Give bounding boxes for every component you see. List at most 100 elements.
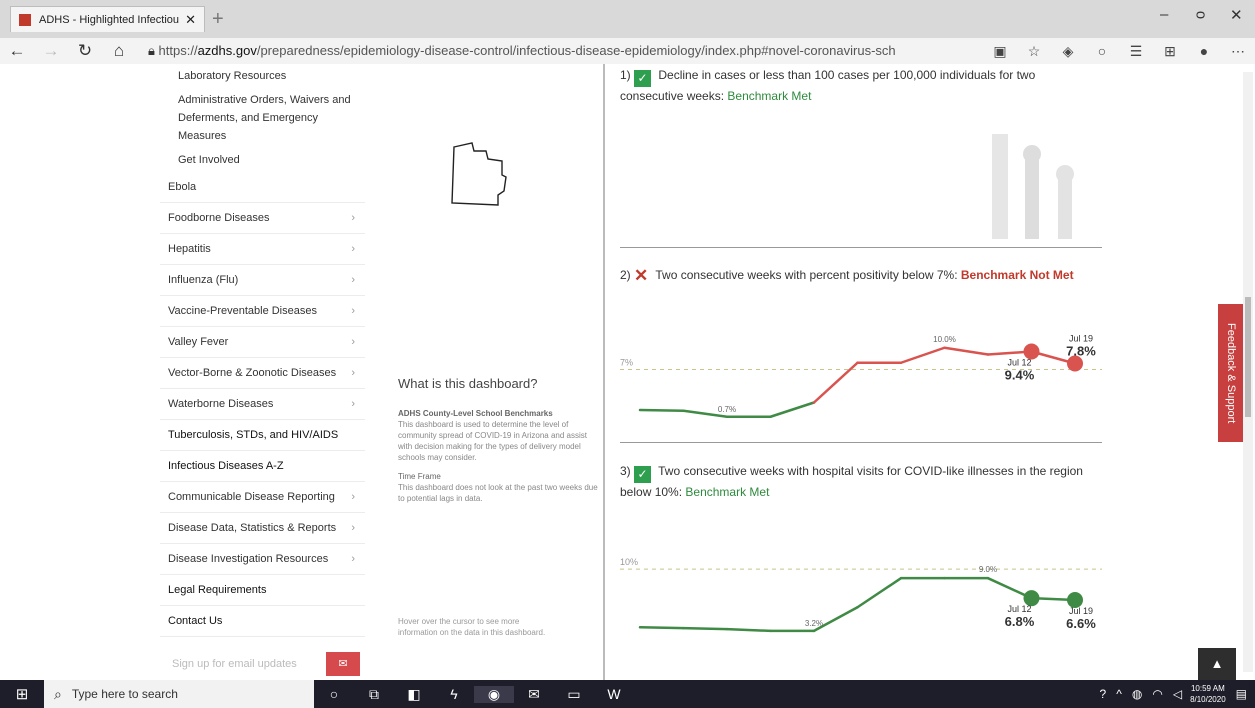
tab-bar: ADHS - Highlighted Infectious D ✕ + – ᴑ …	[0, 0, 1255, 38]
email-submit-button[interactable]: ✉	[326, 652, 360, 676]
reader-icon[interactable]: ▣	[983, 43, 1017, 60]
benchmark-1: 1) ✓ Decline in cases or less than 100 c…	[620, 66, 1080, 105]
circle-icon[interactable]: ○	[1085, 43, 1119, 59]
extension-icon[interactable]: ◈	[1051, 43, 1085, 60]
browser-tab[interactable]: ADHS - Highlighted Infectious D ✕	[10, 6, 205, 32]
sidebar-item-label: Communicable Disease Reporting	[168, 491, 335, 503]
threshold-label: 10%	[620, 557, 638, 567]
sidebar-item-label: Tuberculosis, STDs, and HIV/AIDS	[168, 429, 339, 441]
profile-avatar[interactable]: ●	[1187, 43, 1221, 59]
sidebar-item[interactable]: Foodborne Diseases ›	[160, 203, 365, 234]
feedback-support-tab[interactable]: Feedback & Support	[1218, 304, 1244, 442]
chevron-right-icon: ›	[351, 336, 355, 348]
hospital-visits-chart[interactable]: 10% 3.2% 9.0% Jul 126.8% Jul 196.6%	[620, 530, 1102, 680]
sidebar-item[interactable]: Infectious Diseases A-Z	[160, 451, 365, 482]
sidebar-subitem[interactable]: Administrative Orders, Waivers and Defer…	[160, 88, 365, 148]
taskbar-search[interactable]: ⌕ Type here to search	[44, 680, 314, 708]
store-icon[interactable]: ◧	[394, 686, 434, 703]
more-menu-icon[interactable]: ⋯	[1221, 43, 1255, 60]
sidebar-item[interactable]: Ebola	[160, 172, 365, 203]
percent-positivity-chart[interactable]: 7% 0.7% 10.0% Jul 129.4% Jul 197.8%	[620, 314, 1102, 444]
close-window-button[interactable]: ✕	[1230, 6, 1243, 24]
url-domain: azdhs.gov	[197, 43, 257, 58]
task-view-icon[interactable]: ⧉	[354, 686, 394, 703]
sidebar-item[interactable]: Disease Investigation Resources ›	[160, 544, 365, 575]
help-icon[interactable]: ?	[1100, 687, 1107, 701]
series-line-segment	[769, 401, 816, 418]
word-icon[interactable]: W	[594, 686, 634, 702]
email-signup: Sign up for email updates ✉	[160, 652, 365, 676]
callout-date: Jul 19	[1069, 606, 1093, 616]
sidebar-subitem[interactable]: Laboratory Resources	[160, 64, 365, 88]
sidebar-item[interactable]: Vaccine-Preventable Diseases ›	[160, 296, 365, 327]
dashboard-description: ADHS County-Level School Benchmarks This…	[398, 408, 603, 504]
notifications-icon[interactable]: ▤	[1236, 687, 1247, 701]
sidebar-item[interactable]: Tuberculosis, STDs, and HIV/AIDS	[160, 420, 365, 451]
url-path: /preparedness/epidemiology-disease-contr…	[256, 43, 896, 58]
windows-start-icon[interactable]: ⊞	[0, 685, 44, 703]
network-icon[interactable]: ◍	[1132, 687, 1142, 701]
back-icon[interactable]: ←	[0, 41, 34, 61]
x-icon: ✕	[634, 266, 649, 285]
series-line-segment	[899, 346, 946, 364]
timeframe-text: This dashboard does not look at the past…	[398, 483, 598, 503]
url-field[interactable]: 🔒︎ https://azdhs.gov/preparedness/epidem…	[148, 43, 983, 59]
site-favicon	[19, 13, 31, 26]
sidebar-subitem[interactable]: Get Involved	[160, 148, 365, 172]
system-clock[interactable]: 10:59 AM 8/10/2020	[1190, 683, 1226, 705]
section-divider	[620, 442, 1102, 443]
clock-date: 8/10/2020	[1190, 695, 1226, 704]
callout-date: Jul 19	[1069, 334, 1093, 344]
sidebar-item[interactable]: Vector-Borne & Zoonotic Diseases ›	[160, 358, 365, 389]
cortana-icon[interactable]: ○	[314, 686, 354, 702]
volume-icon[interactable]: ◁	[1173, 687, 1182, 701]
forward-icon[interactable]: →	[34, 41, 68, 61]
data-label: 3.2%	[805, 619, 823, 628]
sidebar-item[interactable]: Hepatitis ›	[160, 234, 365, 265]
chevron-right-icon: ›	[351, 398, 355, 410]
callout-value: 6.6%	[1066, 616, 1096, 631]
benchmark-3: 3) ✓ Two consecutive weeks with hospital…	[620, 462, 1095, 501]
sidebar-item[interactable]: Waterborne Diseases ›	[160, 389, 365, 420]
county-map-icon[interactable]	[450, 139, 510, 209]
restore-button[interactable]: ᴑ	[1196, 6, 1205, 23]
threshold-label: 7%	[620, 358, 633, 368]
close-tab-icon[interactable]: ✕	[185, 12, 196, 28]
hover-hint: Hover over the cursor to see more inform…	[398, 617, 546, 637]
edge-icon[interactable]: ◉	[474, 685, 514, 703]
email-input[interactable]: Sign up for email updates	[160, 652, 325, 676]
collections-icon[interactable]: ⊞	[1153, 43, 1187, 60]
new-tab-button[interactable]: +	[212, 8, 224, 31]
file-explorer-icon[interactable]: ▭	[554, 686, 594, 703]
sidebar-item-label: Disease Investigation Resources	[168, 553, 329, 565]
favorite-star-icon[interactable]: ☆	[1017, 43, 1051, 60]
chevron-right-icon: ›	[351, 243, 355, 255]
series-line-segment	[725, 627, 772, 633]
sidebar-item[interactable]: Influenza (Flu) ›	[160, 265, 365, 296]
tray-chevron-icon[interactable]: ^	[1116, 687, 1122, 701]
refresh-icon[interactable]: ↻	[68, 41, 102, 61]
sidebar-item[interactable]: Contact Us	[160, 606, 365, 637]
app-icon[interactable]: ϟ	[434, 686, 474, 702]
sidebar-item-label: Contact Us	[168, 615, 223, 627]
mail-icon[interactable]: ✉	[514, 686, 554, 703]
series-line-segment	[812, 361, 859, 404]
wifi-icon[interactable]: ◠	[1152, 687, 1162, 701]
sidebar-item[interactable]: Legal Requirements	[160, 575, 365, 606]
sidebar-item[interactable]: Disease Data, Statistics & Reports ›	[160, 513, 365, 544]
vertical-scrollbar[interactable]	[1243, 72, 1253, 672]
check-icon: ✓	[634, 70, 652, 87]
favorites-list-icon[interactable]: ☰	[1119, 43, 1153, 60]
callout-date: Jul 12	[1007, 604, 1031, 614]
sidebar-item[interactable]: Communicable Disease Reporting ›	[160, 482, 365, 513]
sidebar-item-label: Waterborne Diseases	[168, 398, 274, 410]
back-to-top-button[interactable]: ▲	[1198, 648, 1236, 680]
sidebar-item[interactable]: Valley Fever ›	[160, 327, 365, 358]
minimize-button[interactable]: –	[1160, 6, 1168, 23]
home-icon[interactable]: ⌂	[102, 41, 136, 61]
clock-time: 10:59 AM	[1190, 684, 1225, 693]
scroll-thumb[interactable]	[1245, 297, 1251, 417]
series-line-segment	[638, 408, 685, 412]
series-line-segment	[943, 346, 990, 356]
series-line-segment	[638, 626, 685, 630]
